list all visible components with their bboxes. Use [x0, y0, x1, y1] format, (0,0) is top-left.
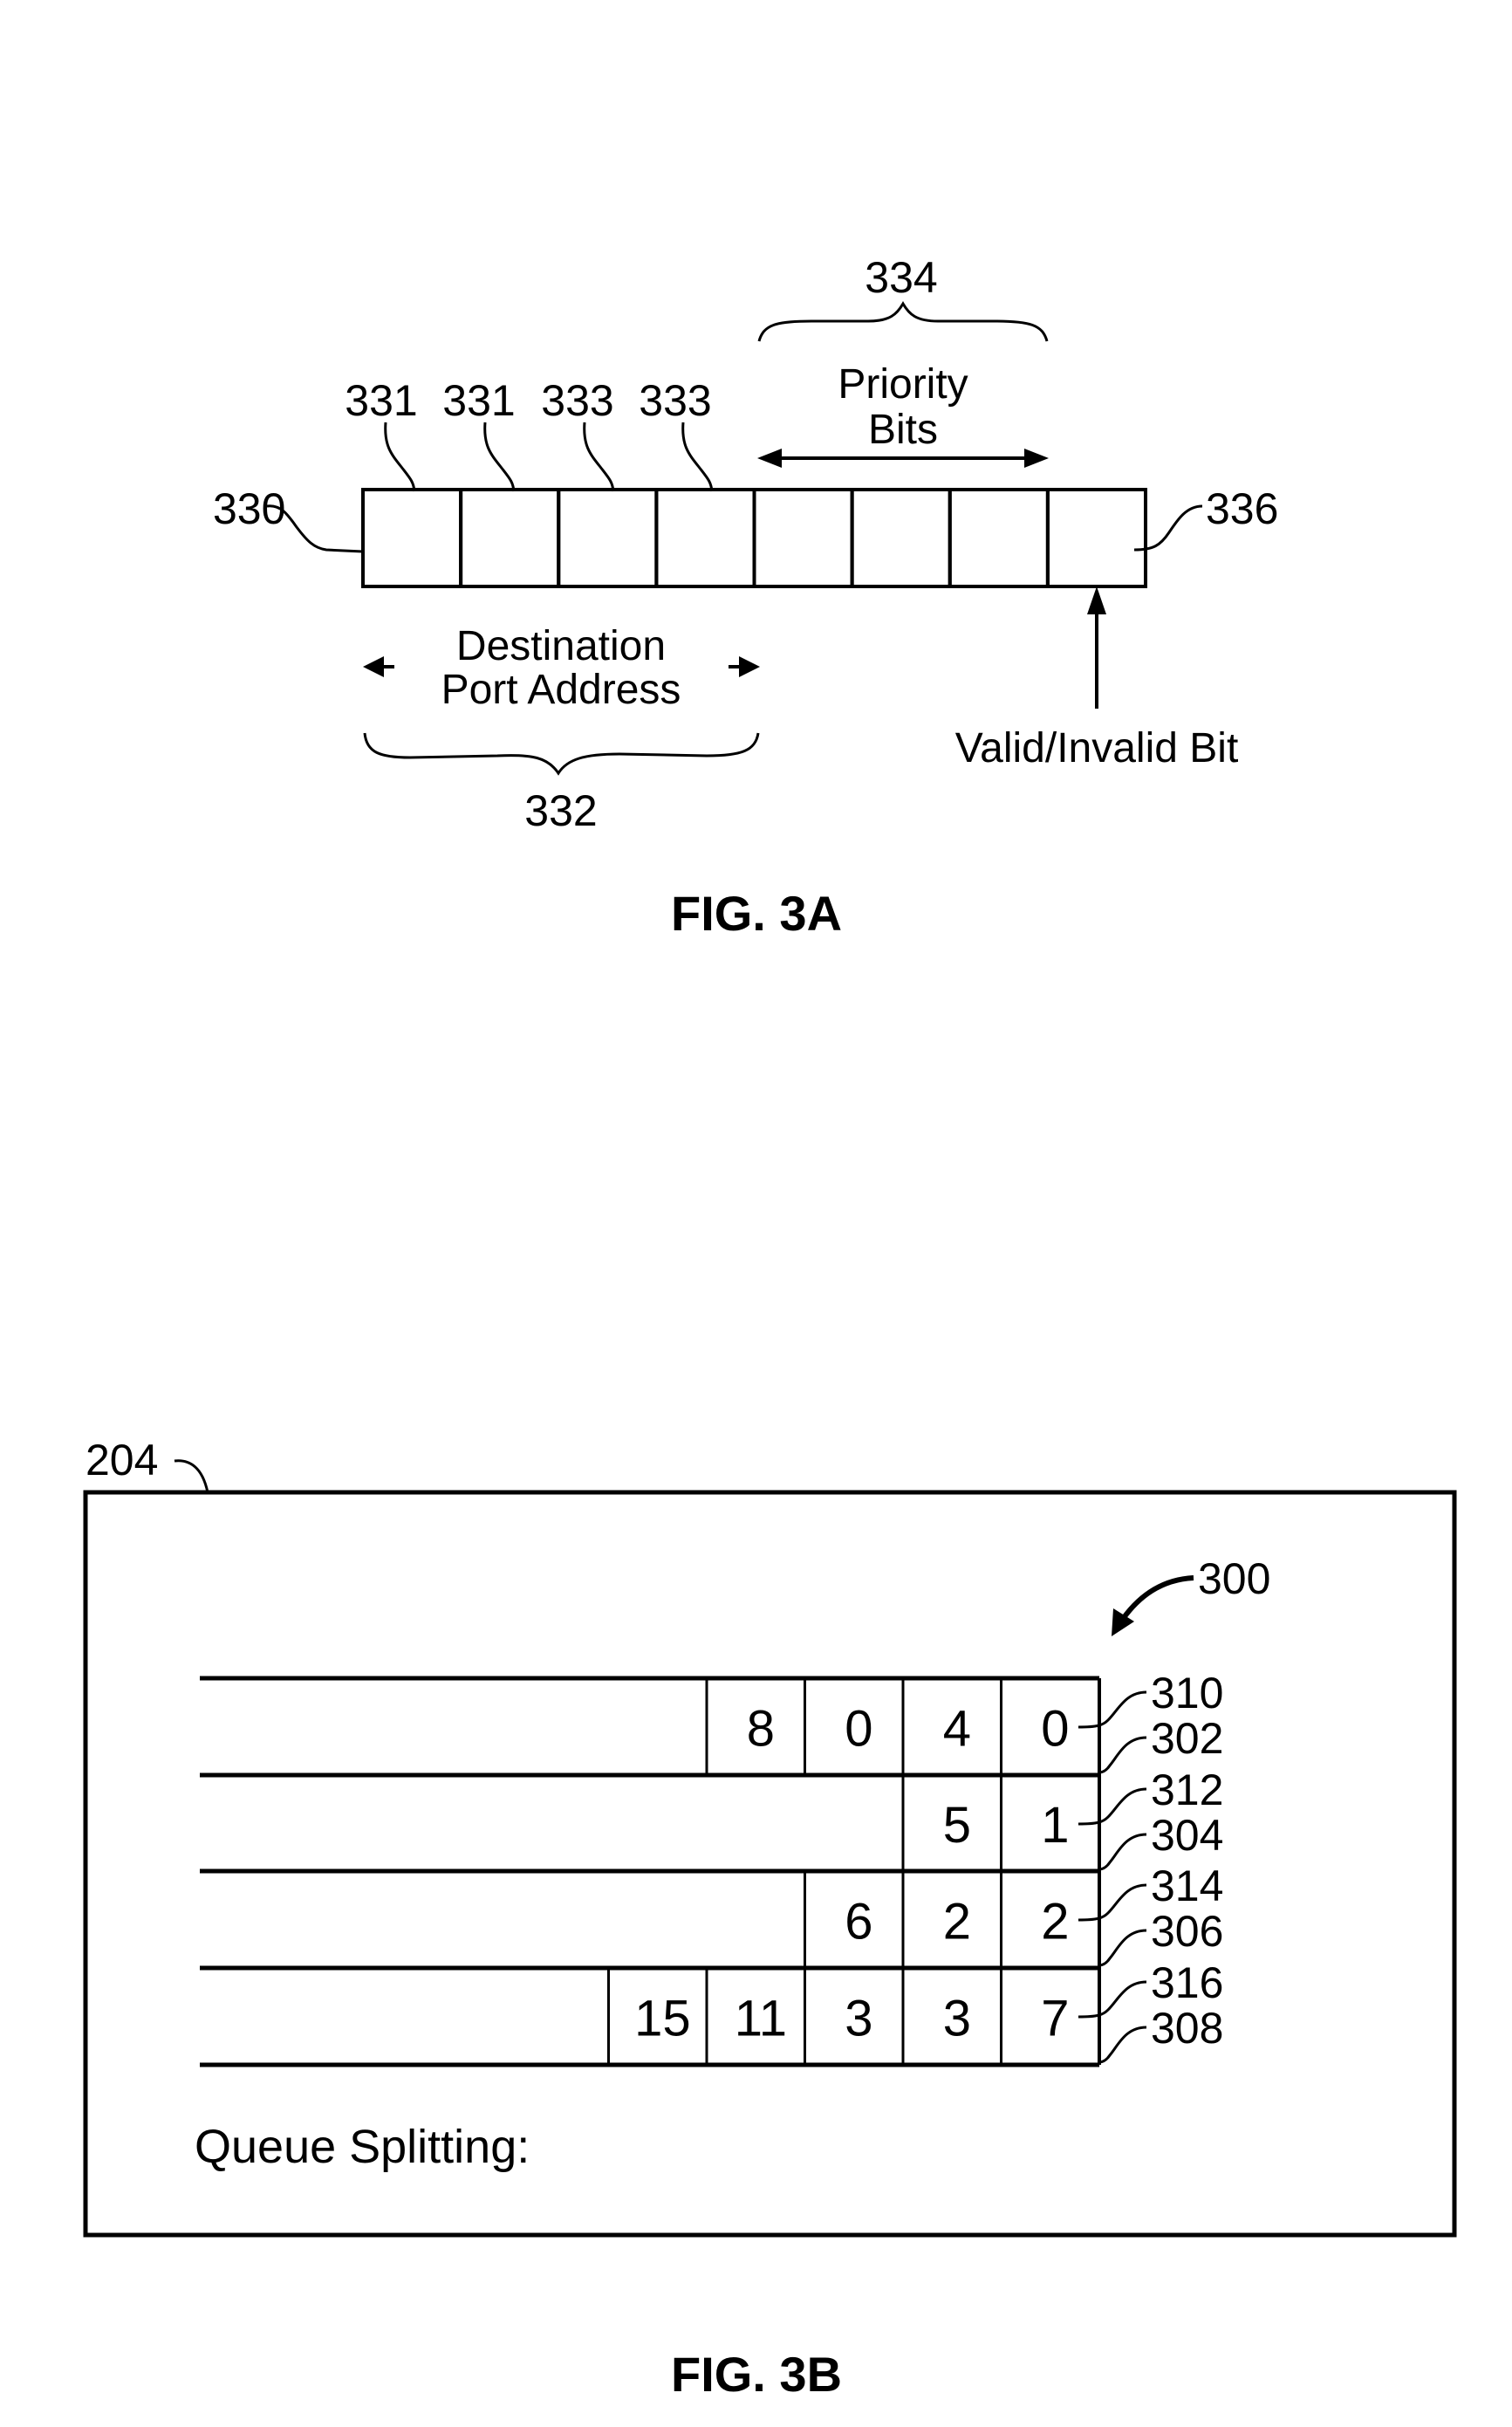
leader-head	[1078, 1690, 1147, 1729]
queue-cell-value: 7	[1041, 1991, 1069, 2047]
queue-cell-value: 2	[943, 1894, 971, 1951]
queue-cell-value: 11	[735, 1991, 787, 2047]
fig-3b: 204 300 8 0 4 0 310302 5 1 312304 6 2 2 314306 15 11 3…	[83, 1436, 1457, 2402]
priority-arrow-left-icon	[757, 449, 782, 468]
valid-invalid-bit-label: Valid/Invalid Bit	[955, 725, 1239, 771]
destination-arrow-left-icon	[363, 656, 384, 677]
ref-head-316: 316	[1151, 1958, 1223, 2007]
destination-label-line2: Port Address	[441, 667, 681, 713]
leader-331-a	[384, 422, 416, 492]
ref-head-312: 312	[1151, 1765, 1223, 1814]
arrow-300-line	[1120, 1575, 1194, 1621]
register-330	[361, 488, 1147, 588]
ref-head-310: 310	[1151, 1669, 1223, 1717]
priority-bits-label-line2: Bits	[868, 407, 938, 453]
register-cell	[850, 488, 952, 588]
queue-cell-value: 15	[634, 1991, 691, 2047]
queue-table-300: 8 0 4 0 310302 5 1 312304 6 2 2 314306 15 11 3 3 7 316308	[200, 1669, 1223, 2067]
ref-queue-302: 302	[1151, 1714, 1223, 1763]
ref-queue-308: 308	[1151, 2004, 1223, 2053]
fig-3a: 334 Priority Bits 331 331 333 333 330 33…	[213, 253, 1278, 941]
leader-333-b	[681, 422, 714, 492]
register-cell	[654, 488, 756, 588]
leader-queue	[1098, 2026, 1147, 2064]
leader-331-b	[483, 422, 516, 492]
priority-brace	[757, 301, 1049, 342]
priority-bits-label-line1: Priority	[838, 361, 968, 408]
ref-332: 332	[524, 786, 597, 835]
ref-331-a: 331	[345, 376, 417, 425]
register-cell-valid-bit	[1045, 488, 1147, 588]
ref-head-314: 314	[1151, 1861, 1223, 1910]
queue-cell-value: 8	[747, 1701, 775, 1758]
valid-bit-arrow-icon	[1087, 586, 1106, 614]
queue-row: 5 1 312304	[901, 1765, 1223, 1871]
queue-cell-value: 2	[1041, 1894, 1069, 1951]
register-cell	[459, 488, 561, 588]
leader-queue	[1098, 1929, 1147, 1967]
queue-cell-value: 3	[943, 1991, 971, 2047]
ref-333-a: 333	[541, 376, 613, 425]
priority-arrow-right-icon	[1024, 449, 1049, 468]
ref-queue-306: 306	[1151, 1907, 1223, 1956]
leader-queue	[1098, 1833, 1147, 1871]
fig-3b-caption: FIG. 3B	[671, 2347, 842, 2402]
ref-300: 300	[1198, 1554, 1270, 1603]
ref-334: 334	[865, 253, 937, 302]
leader-head	[1078, 1980, 1147, 2019]
destination-brace	[363, 732, 760, 776]
ref-336: 336	[1206, 484, 1278, 533]
queue-cell-value: 6	[845, 1894, 872, 1951]
cell-ref-labels: 331 331 333 333	[345, 376, 714, 492]
register-cell	[752, 488, 854, 588]
register-cell	[361, 488, 463, 588]
queue-splitting-label: Queue Splitting:	[195, 2121, 530, 2173]
destination-label-line1: Destination	[456, 623, 666, 669]
patent-drawing-sheet: 334 Priority Bits 331 331 333 333 330 33…	[83, 253, 1457, 2402]
ref-queue-304: 304	[1151, 1811, 1223, 1860]
queue-cell-value: 5	[943, 1797, 971, 1854]
ref-204: 204	[86, 1436, 158, 1484]
ref-330: 330	[213, 484, 285, 533]
queue-cell-value: 1	[1041, 1797, 1069, 1854]
fig-3a-caption: FIG. 3A	[671, 886, 842, 941]
leader-head	[1078, 1883, 1147, 1922]
leader-333-a	[583, 422, 615, 492]
queue-row: 6 2 2 314306	[804, 1861, 1223, 1968]
leader-queue	[1098, 1736, 1147, 1774]
queue-row: 15 11 3 3 7 316308	[607, 1958, 1223, 2065]
register-cell	[557, 488, 659, 588]
leader-204	[174, 1459, 209, 1493]
ref-331-b: 331	[442, 376, 515, 425]
queue-cell-value: 3	[845, 1991, 872, 2047]
queue-cell-value: 0	[845, 1701, 872, 1758]
queue-cell-value: 0	[1041, 1701, 1069, 1758]
leader-head	[1078, 1787, 1147, 1826]
queue-row: 8 0 4 0 310302	[705, 1669, 1223, 1775]
queue-cell-value: 4	[943, 1701, 971, 1758]
destination-arrow-right-icon	[739, 656, 760, 677]
ref-333-b: 333	[639, 376, 711, 425]
register-cell	[948, 488, 1050, 588]
